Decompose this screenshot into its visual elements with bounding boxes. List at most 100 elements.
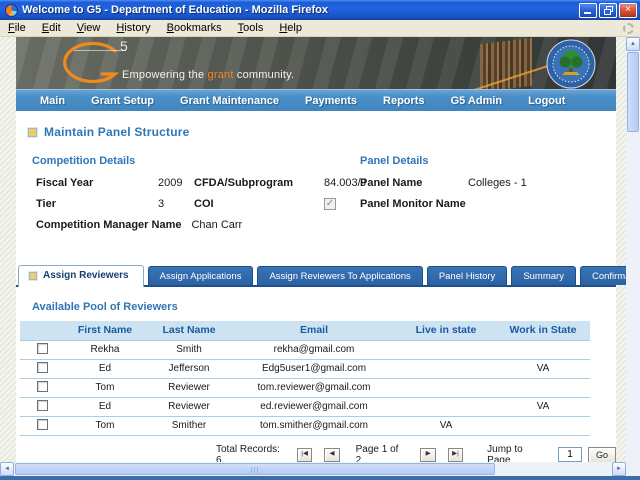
row-checkbox[interactable] [37, 400, 48, 411]
row-checkbox[interactable] [37, 362, 48, 373]
tab-label: Confirmation [592, 271, 626, 282]
scroll-up-icon[interactable]: ▲ [626, 37, 640, 51]
last-page-icon: ▶| [452, 451, 459, 458]
nav-item-main[interactable]: Main [40, 95, 65, 107]
scroll-right-icon[interactable]: ► [612, 462, 626, 476]
tier-label: Tier [36, 198, 158, 210]
reviewers-table-body: RekhaSmithrekha@gmail.comEdJeffersonEdg5… [20, 340, 590, 435]
column-header-first-name: First Name [64, 321, 146, 340]
panel-details-heading: Panel Details [360, 155, 527, 167]
scroll-left-icon[interactable]: ◄ [0, 462, 14, 476]
vertical-scrollbar[interactable]: ▲ ▼ [626, 37, 640, 476]
email-cell: rekha@gmail.com [232, 340, 396, 359]
pool-heading: Available Pool of Reviewers [32, 301, 616, 313]
tab-panel-history[interactable]: Panel History [427, 266, 508, 285]
panel-name-row: Panel Name Colleges - 1 [360, 177, 527, 189]
minimize-button[interactable] [579, 3, 597, 18]
column-header-live-in-state: Live in state [396, 321, 496, 340]
nav-item-logout[interactable]: Logout [528, 95, 565, 107]
details-section: Competition Details Fiscal Year 2009 CFD… [16, 155, 616, 251]
next-page-button[interactable]: ▶ [420, 448, 435, 462]
logo-rule [74, 50, 126, 51]
menu-edit[interactable]: Edit [40, 21, 63, 35]
tab-assign-reviewers-to-applications[interactable]: Assign Reviewers To Applications [257, 266, 422, 285]
reviewers-table-head: First NameLast NameEmailLive in stateWor… [20, 321, 590, 340]
tagline-pre: Empowering the [122, 69, 208, 81]
first-page-button[interactable]: |◀ [297, 448, 312, 462]
reviewers-table: First NameLast NameEmailLive in stateWor… [20, 321, 590, 436]
tab-label: Assign Reviewers To Applications [269, 271, 410, 282]
menu-bar-items: File Edit View History Bookmarks Tools Help [6, 21, 316, 35]
tab-label: Summary [523, 271, 564, 282]
tier-row: Tier 3 COI ✓ [36, 198, 616, 210]
prev-page-button[interactable]: ◀ [324, 448, 339, 462]
manager-value: Chan Carr [191, 219, 242, 231]
nav-item-payments[interactable]: Payments [305, 95, 357, 107]
fiscal-year-value: 2009 [158, 177, 194, 189]
tab-assign-applications[interactable]: Assign Applications [148, 266, 254, 285]
tab-confirmation[interactable]: Confirmation [580, 266, 626, 285]
menu-tools[interactable]: Tools [236, 21, 266, 35]
tab-label: Assign Applications [160, 271, 242, 282]
column-header-work-in-state: Work in State [496, 321, 590, 340]
manager-label: Competition Manager Name [36, 219, 181, 231]
table-row: TomSmithertom.smither@gmail.comVA [20, 416, 590, 435]
nav-item-grant-maintenance[interactable]: Grant Maintenance [180, 95, 279, 107]
cfda-label: CFDA/Subprogram [194, 177, 324, 189]
last-name-cell: Reviewer [146, 378, 232, 397]
nav-item-reports[interactable]: Reports [383, 95, 425, 107]
window-title: Welcome to G5 - Department of Education … [22, 4, 577, 16]
menu-bookmarks[interactable]: Bookmarks [165, 21, 224, 35]
email-cell: ed.reviewer@gmail.com [232, 397, 396, 416]
menu-history[interactable]: History [114, 21, 152, 35]
page-viewport: 5 Empowering the grant community. MainGr… [0, 37, 626, 462]
row-checkbox[interactable] [37, 343, 48, 354]
panel-monitor-row: Panel Monitor Name [360, 198, 527, 210]
panel-details: Panel Details Panel Name Colleges - 1 Pa… [350, 155, 527, 219]
last-name-cell: Smith [146, 340, 232, 359]
last-name-cell: Smither [146, 416, 232, 435]
work-in-state-cell [496, 378, 590, 397]
bookshelf-image [480, 38, 532, 89]
tagline-highlight: grant [208, 69, 234, 81]
manager-row: Competition Manager Name Chan Carr [36, 219, 616, 231]
menu-help[interactable]: Help [277, 21, 304, 35]
first-name-cell: Ed [64, 359, 146, 378]
panel-monitor-label: Panel Monitor Name [360, 198, 468, 210]
last-page-button[interactable]: ▶| [448, 448, 463, 462]
tier-value: 3 [158, 198, 194, 210]
horizontal-scroll-thumb[interactable] [15, 463, 495, 475]
tab-summary[interactable]: Summary [511, 266, 576, 285]
go-button[interactable]: Go [588, 447, 616, 463]
first-name-cell: Ed [64, 397, 146, 416]
email-cell: Edg5user1@gmail.com [232, 359, 396, 378]
first-name-cell: Tom [64, 416, 146, 435]
window-border [0, 476, 640, 480]
first-name-cell: Rekha [64, 340, 146, 359]
department-of-education-seal-icon [546, 39, 596, 89]
nav-item-grant-setup[interactable]: Grant Setup [91, 95, 154, 107]
live-in-state-cell [396, 359, 496, 378]
checkbox-cell [20, 359, 64, 378]
work-in-state-cell: VA [496, 397, 590, 416]
nav-item-g5-admin[interactable]: G5 Admin [451, 95, 503, 107]
close-button[interactable]: × [619, 3, 637, 18]
menu-view[interactable]: View [75, 21, 103, 35]
menu-file[interactable]: File [6, 21, 28, 35]
work-in-state-cell: VA [496, 359, 590, 378]
jump-to-page-label: Jump to Page [487, 444, 546, 463]
live-in-state-cell [396, 378, 496, 397]
page-content: 5 Empowering the grant community. MainGr… [16, 37, 616, 462]
jump-to-page-input[interactable] [558, 447, 582, 462]
row-checkbox[interactable] [37, 381, 48, 392]
vertical-scroll-thumb[interactable] [627, 52, 639, 132]
restore-button[interactable] [599, 3, 617, 18]
horizontal-scrollbar[interactable]: ◄ ► [0, 462, 626, 476]
panel-name-label: Panel Name [360, 177, 468, 189]
page-body: Maintain Panel Structure Competition Det… [16, 111, 616, 462]
title-bar: Welcome to G5 - Department of Education … [0, 0, 640, 20]
coi-checkbox: ✓ [324, 198, 336, 210]
row-checkbox[interactable] [37, 419, 48, 430]
close-icon: × [625, 5, 631, 15]
tab-assign-reviewers[interactable]: Assign Reviewers [18, 265, 144, 287]
